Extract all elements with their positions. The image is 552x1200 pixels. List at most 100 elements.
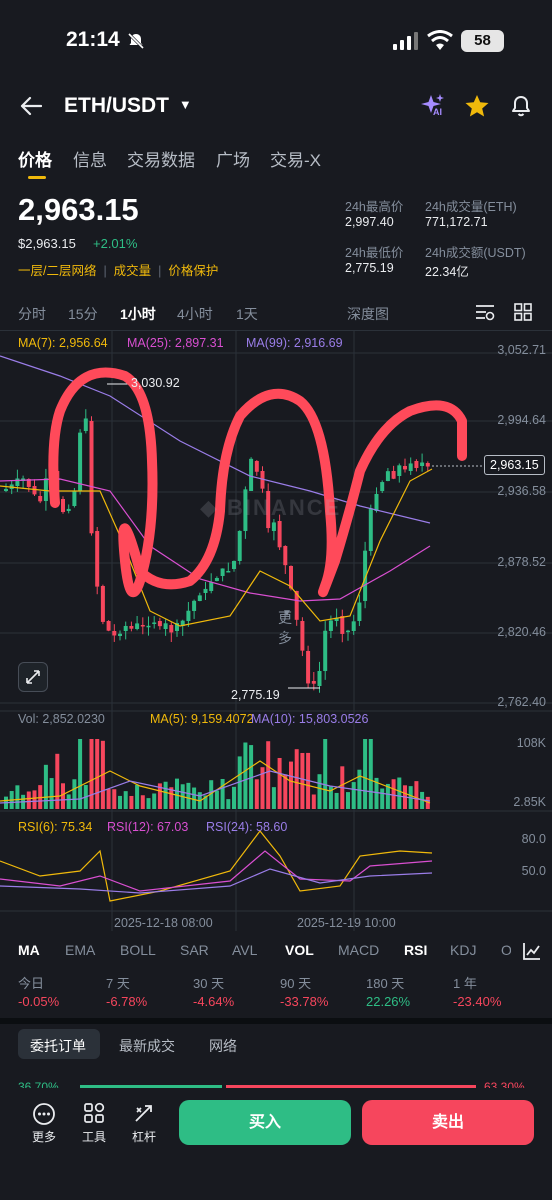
volume-bar	[123, 791, 128, 809]
candle-body	[129, 626, 134, 629]
grid-layout-icon[interactable]	[514, 303, 532, 321]
vol-usdt-value: 22.34亿	[425, 265, 469, 279]
volume-bar	[118, 795, 122, 809]
price-axis-label: 3,052.71	[497, 343, 546, 357]
candle-body	[83, 418, 88, 431]
more-button[interactable]: 更多	[22, 1100, 66, 1148]
ai-badge-text: AI	[433, 107, 442, 117]
tab-latest-trades[interactable]: 最新成交	[119, 1036, 175, 1056]
buy-button[interactable]: 买入	[179, 1100, 351, 1145]
price-axis-label: 2,878.52	[497, 555, 546, 569]
tag-price-protection[interactable]: 价格保护	[168, 264, 218, 278]
perf-value-today: -0.05%	[18, 994, 60, 1009]
indicator-avl[interactable]: AVL	[232, 942, 257, 958]
perf-label-7d: 7 天	[106, 976, 130, 991]
candle-body	[146, 625, 151, 628]
vol-usdt-label: 24h成交额(USDT)	[425, 246, 526, 260]
candle-body	[4, 488, 8, 491]
tag-l1-l2[interactable]: 一层/二层网络	[18, 264, 96, 278]
indicator-obv[interactable]: O	[501, 942, 511, 958]
candle-body	[385, 471, 390, 481]
candle-body	[38, 496, 43, 502]
volume-bar	[254, 779, 259, 809]
tag-volume[interactable]: 成交量	[114, 264, 152, 278]
more-label: 更多	[32, 1130, 57, 1144]
candle-body	[220, 568, 225, 576]
indicator-ema[interactable]: EMA	[65, 942, 95, 958]
volume-bar	[334, 792, 339, 809]
interval-1h[interactable]: 1小时	[120, 304, 156, 324]
watermark-text: BINANCE	[227, 495, 342, 520]
tab-trading-data[interactable]: 交易数据	[127, 146, 195, 171]
low-label: 24h最低价	[345, 246, 404, 260]
tab-order-book[interactable]: 委托订单	[30, 1036, 86, 1056]
pair-selector[interactable]: ETH/USDT ▼	[64, 94, 192, 118]
vol-eth-label: 24h成交量(ETH)	[425, 200, 517, 214]
volume-bar	[351, 782, 356, 809]
vol-axis-label: 108K	[516, 736, 546, 750]
perf-label-1y: 1 年	[453, 976, 477, 991]
favorite-star-icon[interactable]	[464, 94, 490, 118]
candle-body	[66, 508, 71, 511]
interval-4h[interactable]: 4小时	[177, 304, 213, 324]
tab-info[interactable]: 信息	[73, 146, 107, 171]
candle-body	[78, 432, 83, 491]
candle-body	[391, 471, 396, 479]
tools-grid-icon	[84, 1102, 105, 1123]
depth-chart-tab[interactable]: 深度图	[347, 304, 389, 324]
interval-1d[interactable]: 1天	[236, 304, 258, 324]
candle-body	[374, 493, 379, 511]
tab-square[interactable]: 广场	[216, 146, 250, 171]
indicator-macd[interactable]: MACD	[338, 942, 379, 958]
section-divider	[0, 1018, 552, 1024]
tools-label: 工具	[82, 1130, 107, 1144]
time-axis-label: 2025-12-18 08:00	[114, 916, 213, 930]
indicator-vol[interactable]: VOL	[285, 942, 314, 958]
indicator-kdj[interactable]: KDJ	[450, 942, 476, 958]
candle-body	[346, 630, 350, 633]
tools-button[interactable]: 工具	[72, 1100, 116, 1148]
candle-body	[414, 461, 419, 468]
indicator-ma[interactable]: MA	[18, 942, 40, 958]
rsi12-legend: RSI(12): 67.03	[107, 820, 189, 834]
leverage-icon	[135, 1105, 152, 1122]
candle-body	[323, 630, 328, 671]
ma25-legend: MA(25): 2,897.31	[127, 336, 224, 350]
volume-bar	[66, 794, 71, 809]
candlestick-chart[interactable]	[0, 331, 552, 931]
volume-bar	[232, 786, 236, 809]
candle-body	[118, 633, 122, 636]
tab-price[interactable]: 价格	[18, 146, 52, 171]
tab-network[interactable]: 网络	[209, 1036, 237, 1056]
interval-timeshare[interactable]: 分时	[18, 304, 46, 324]
leverage-button[interactable]: 杠杆	[122, 1100, 166, 1148]
volume-bar	[175, 778, 179, 809]
back-arrow-icon[interactable]	[20, 96, 42, 116]
binance-watermark: ◆ BINANCE	[200, 495, 341, 521]
alert-bell-icon[interactable]	[509, 94, 533, 118]
volume-bar	[163, 781, 168, 809]
tag-separator: |	[99, 264, 111, 278]
sell-button[interactable]: 卖出	[362, 1100, 534, 1145]
candle-body	[317, 670, 322, 686]
candle-body	[232, 560, 236, 569]
indicator-boll[interactable]: BOLL	[120, 942, 156, 958]
chart-settings-icon[interactable]	[474, 302, 496, 322]
status-time: 21:14	[66, 28, 120, 51]
tab-trade-x[interactable]: 交易-X	[270, 146, 321, 171]
interval-15m[interactable]: 15分	[68, 304, 98, 324]
candle-body	[157, 621, 162, 627]
low-value: 2,775.19	[345, 261, 394, 275]
price-axis-label: 2,820.46	[497, 625, 546, 639]
fullscreen-button[interactable]	[18, 662, 48, 692]
indicator-sar[interactable]: SAR	[180, 942, 209, 958]
indicator-rsi[interactable]: RSI	[404, 942, 427, 958]
candle-body	[106, 621, 111, 631]
ai-sparkle-icon[interactable]: AI	[420, 93, 448, 121]
volume-bar	[323, 739, 328, 809]
rsi-axis-label: 50.0	[521, 864, 546, 878]
candle-body	[289, 566, 293, 589]
volume-bar	[72, 779, 77, 809]
volume-bar	[380, 788, 385, 809]
indicator-settings-icon[interactable]	[522, 941, 542, 961]
